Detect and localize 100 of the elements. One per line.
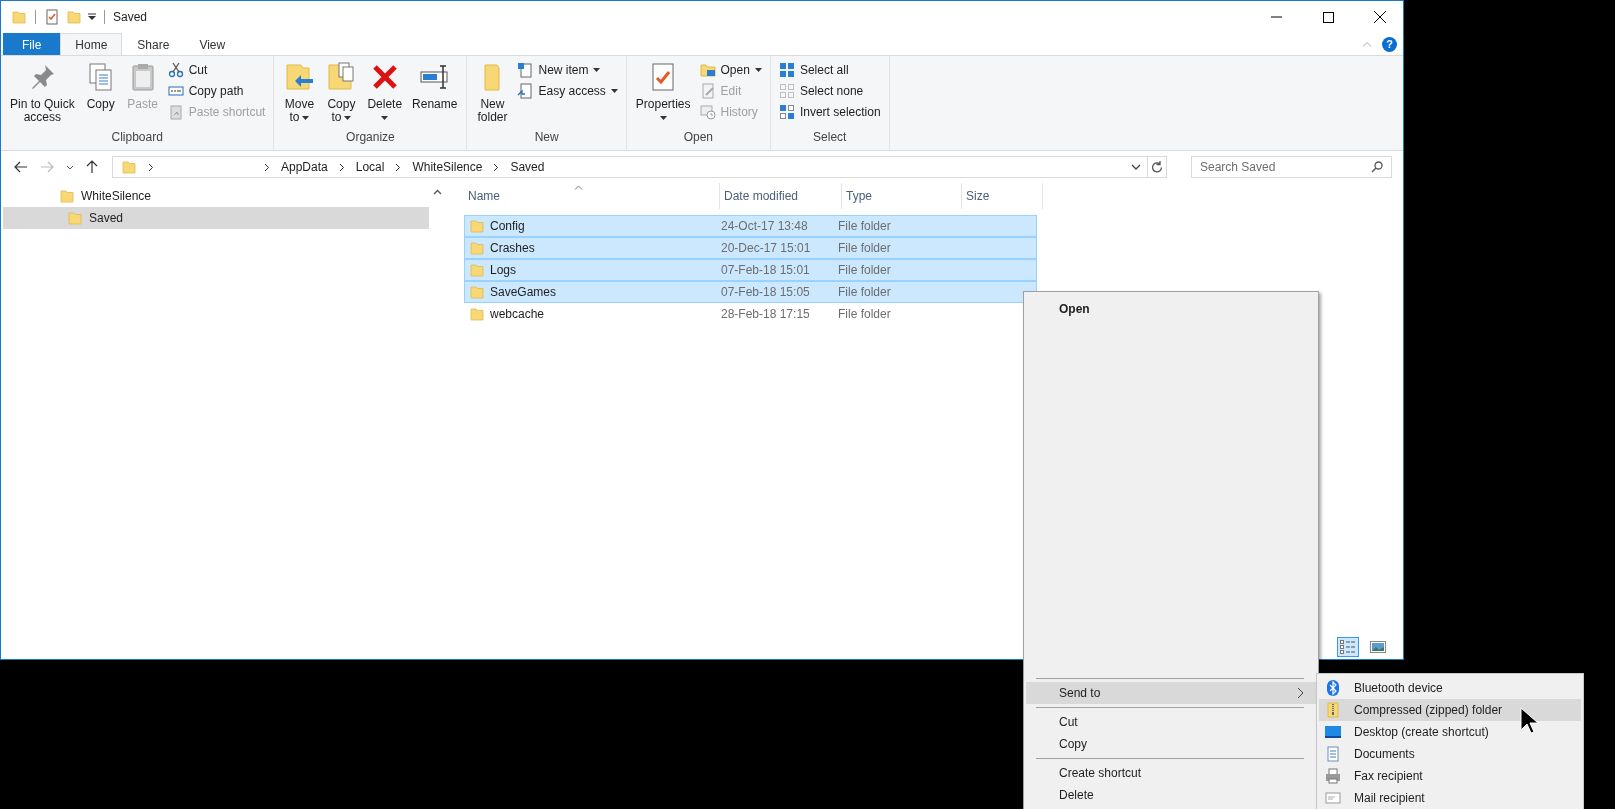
menu-item[interactable]: Fax recipient: [1319, 765, 1581, 787]
search-field[interactable]: Search Saved: [1191, 156, 1392, 178]
file-row[interactable]: Crashes 20-Dec-17 15:01 File folder: [464, 237, 1037, 259]
details-icon: [1340, 640, 1356, 654]
date-cell-text: 07-Feb-18 15:05: [720, 285, 811, 299]
breadcrumb[interactable]: Local: [355, 160, 385, 174]
menu-item[interactable]: Send to: [1026, 682, 1316, 704]
ribbon-button[interactable]: Easy access: [514, 80, 621, 101]
help-button[interactable]: ?: [1382, 36, 1397, 52]
menu-item[interactable]: Delete: [1026, 784, 1316, 806]
chevron-icon: [338, 162, 345, 172]
folder-icon: [67, 210, 83, 226]
ribbon-button[interactable]: Select none: [775, 80, 884, 101]
ribbon-tab[interactable]: View: [184, 33, 241, 55]
file-name: SaveGames: [490, 285, 557, 299]
file-tab[interactable]: File: [3, 33, 61, 55]
cursor-icon: [1520, 707, 1540, 735]
ribbon-tab[interactable]: Share: [122, 33, 185, 55]
date-cell-text: 20-Dec-17 15:01: [720, 241, 812, 255]
ribbon-button[interactable]: Copy path: [164, 80, 269, 101]
menu-item[interactable]: Compressed (zipped) folder: [1319, 699, 1581, 721]
chevron-icon: [493, 162, 500, 172]
file-row[interactable]: Config 24-Oct-17 13:48 File folder: [464, 215, 1037, 237]
type-cell-text: File folder: [837, 241, 892, 255]
column-header[interactable]: Date modified: [720, 183, 842, 209]
type-cell-text: File folder: [837, 307, 892, 321]
column-header[interactable]: Size: [962, 183, 1043, 209]
folder-icon: [121, 159, 137, 175]
menu-item[interactable]: Copy: [1026, 733, 1316, 755]
ribbon-button[interactable]: Move to: [279, 59, 320, 126]
column-header[interactable]: Name: [464, 183, 720, 209]
up-arrow-icon[interactable]: [86, 160, 98, 174]
tree-item[interactable]: Saved: [3, 207, 429, 229]
menu-item[interactable]: Documents: [1319, 743, 1581, 765]
group-label: Select: [812, 130, 848, 146]
scissors-icon: [167, 61, 184, 78]
caret-icon: [659, 116, 667, 120]
folder-arrow-icon: [283, 61, 316, 93]
address-bar[interactable]: AppData Local WhiteSilence Saved: [112, 156, 1148, 178]
clipboard-icon: [167, 103, 184, 120]
recent-dropdown-icon[interactable]: [66, 164, 74, 170]
caret-icon: [302, 115, 310, 120]
ribbon-button[interactable]: Delete: [363, 59, 407, 122]
caret-icon: [610, 88, 618, 93]
ribbon-tab[interactable]: Home: [60, 33, 123, 55]
breadcrumb[interactable]: AppData: [281, 160, 328, 174]
ribbon-button[interactable]: Cut: [164, 59, 269, 80]
breadcrumb[interactable]: WhiteSilence: [412, 160, 483, 174]
scroll-up-icon[interactable]: [433, 189, 442, 195]
folder-icon: [469, 240, 485, 256]
menu-item[interactable]: Cut: [1026, 711, 1316, 733]
edit-page-icon: [699, 82, 716, 99]
ribbon-button[interactable]: Open: [696, 59, 765, 80]
menu-item[interactable]: Bluetooth device: [1319, 677, 1581, 699]
caret-icon: [344, 115, 352, 120]
caret-icon: [381, 116, 389, 120]
ribbon-button[interactable]: Copy to: [321, 59, 362, 126]
date-cell-text: 28-Feb-18 17:15: [720, 307, 811, 321]
ribbon-button[interactable]: Invert selection: [775, 101, 884, 122]
caret-icon: [593, 67, 601, 72]
ribbon-button[interactable]: New item: [514, 59, 621, 80]
refresh-button[interactable]: [1147, 156, 1167, 178]
document-icon: [1325, 746, 1341, 762]
file-row[interactable]: Logs 07-Feb-18 15:01 File folder: [464, 259, 1037, 281]
clock-icon: [699, 103, 716, 120]
dropdown-icon[interactable]: [1131, 164, 1141, 170]
ribbon-button[interactable]: New folder: [472, 59, 513, 126]
customize-arrow-icon[interactable]: [88, 13, 96, 21]
ribbon-button[interactable]: Select all: [775, 59, 884, 80]
group-label: Clipboard: [110, 130, 164, 146]
breadcrumb[interactable]: Saved: [510, 160, 545, 174]
menu-item[interactable]: Create shortcut: [1026, 762, 1316, 784]
file-name: webcache: [490, 307, 545, 321]
tree-item[interactable]: WhiteSilence: [3, 185, 429, 207]
group-label: Organize: [345, 130, 396, 146]
date-cell-text: 24-Oct-17 13:48: [720, 219, 809, 233]
file-row[interactable]: SaveGames 07-Feb-18 15:05 File folder: [464, 281, 1037, 303]
menu-item[interactable]: Mail recipient: [1319, 787, 1581, 809]
folder-icon: [469, 262, 485, 278]
chevron-icon: [148, 162, 154, 172]
column-header[interactable]: Type: [842, 183, 962, 209]
monitor-icon: [1325, 724, 1341, 740]
folder-icon: [469, 284, 485, 300]
folder-icon: [469, 218, 485, 234]
ribbon-button[interactable]: Pin to Quick access: [6, 59, 79, 126]
bluetooth-icon: [1325, 680, 1341, 696]
back-icon[interactable]: [14, 161, 28, 173]
file-name: Logs: [490, 263, 517, 277]
envelope-icon: [1325, 790, 1341, 806]
refresh-icon: [1151, 161, 1163, 173]
dotted-grid-icon: [778, 82, 795, 99]
type-cell-text: File folder: [837, 285, 892, 299]
ribbon-button[interactable]: Copy: [80, 59, 121, 113]
group-label: Open: [682, 130, 715, 146]
menu-item[interactable]: Desktop (create shortcut): [1319, 721, 1581, 743]
chevron-icon: [264, 162, 270, 172]
details-view-button[interactable]: [1337, 637, 1359, 657]
ribbon-button[interactable]: Properties: [631, 59, 695, 122]
type-cell-text: File folder: [837, 219, 892, 233]
ribbon-button[interactable]: Rename: [408, 59, 462, 113]
